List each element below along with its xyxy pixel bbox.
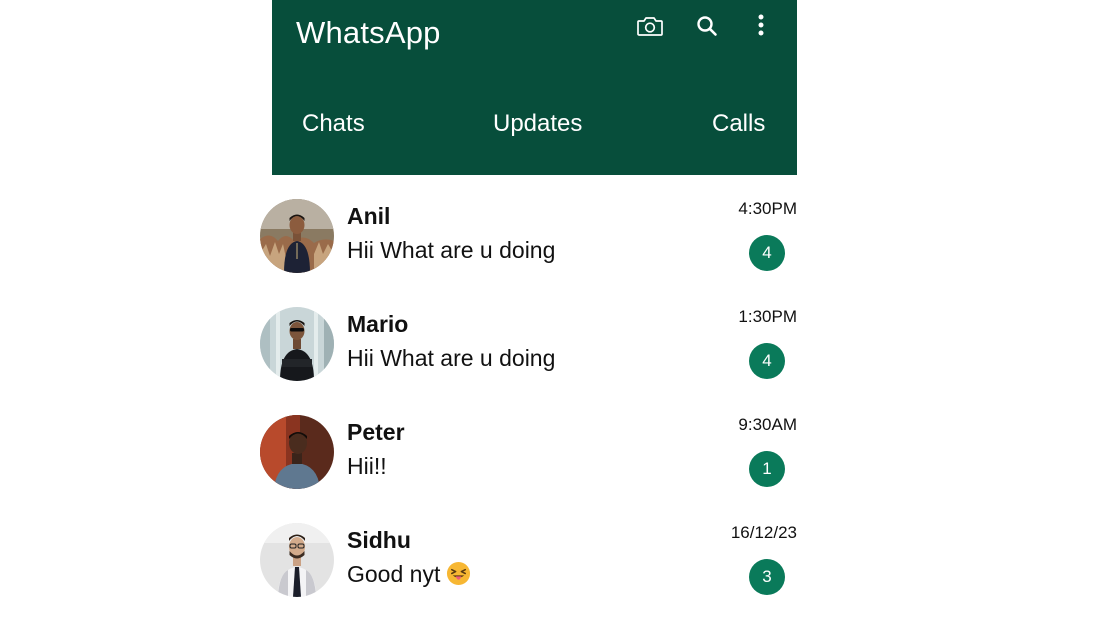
winking-tongue-face-emoji bbox=[447, 561, 471, 586]
chat-time: 1:30PM bbox=[738, 307, 797, 326]
chat-name: Sidhu bbox=[347, 527, 411, 553]
unread-badge: 1 bbox=[749, 451, 785, 487]
tab-updates[interactable]: Updates bbox=[493, 110, 582, 138]
unread-badge: 3 bbox=[749, 559, 785, 595]
unread-badge: 4 bbox=[749, 343, 785, 379]
chat-time: 4:30PM bbox=[738, 199, 797, 218]
unread-badge: 4 bbox=[749, 235, 785, 271]
avatar bbox=[260, 523, 334, 597]
more-options-button[interactable] bbox=[743, 10, 779, 42]
chat-last-message: Good nyt bbox=[347, 561, 471, 588]
chat-last-message: Hii What are u doing bbox=[347, 237, 556, 263]
tab-calls[interactable]: Calls bbox=[712, 110, 765, 138]
chat-last-message-text: Good nyt bbox=[347, 561, 441, 587]
app-title: WhatsApp bbox=[296, 15, 441, 50]
chat-item-mario[interactable]: Mario Hii What are u doing 1:30PM 4 bbox=[258, 307, 798, 407]
chat-time: 16/12/23 bbox=[730, 523, 797, 542]
camera-icon bbox=[637, 17, 663, 36]
chat-name: Peter bbox=[347, 419, 405, 445]
more-vertical-icon bbox=[758, 14, 764, 36]
camera-button[interactable] bbox=[632, 10, 668, 42]
chat-item-peter[interactable]: Peter Hii!! 9:30AM 1 bbox=[258, 415, 798, 515]
search-icon bbox=[697, 16, 717, 36]
chat-name: Mario bbox=[347, 311, 409, 337]
avatar bbox=[260, 415, 334, 489]
chat-item-sidhu[interactable]: Sidhu Good nyt 16/12/23 3 bbox=[258, 523, 798, 623]
chat-last-message: Hii!! bbox=[347, 453, 387, 479]
avatar bbox=[260, 307, 334, 381]
tab-chats[interactable]: Chats bbox=[302, 110, 365, 138]
search-button[interactable] bbox=[689, 10, 725, 42]
app-header: WhatsApp Chats Updates Calls bbox=[272, 0, 797, 175]
chat-item-anil[interactable]: Anil Hii What are u doing 4:30PM 4 bbox=[258, 199, 798, 299]
whatsapp-app: WhatsApp Chats Updates Calls Anil Hii Wh… bbox=[258, 0, 798, 631]
avatar bbox=[260, 199, 334, 273]
chat-last-message: Hii What are u doing bbox=[347, 345, 556, 371]
chat-time: 9:30AM bbox=[738, 415, 797, 434]
chat-name: Anil bbox=[347, 203, 391, 229]
